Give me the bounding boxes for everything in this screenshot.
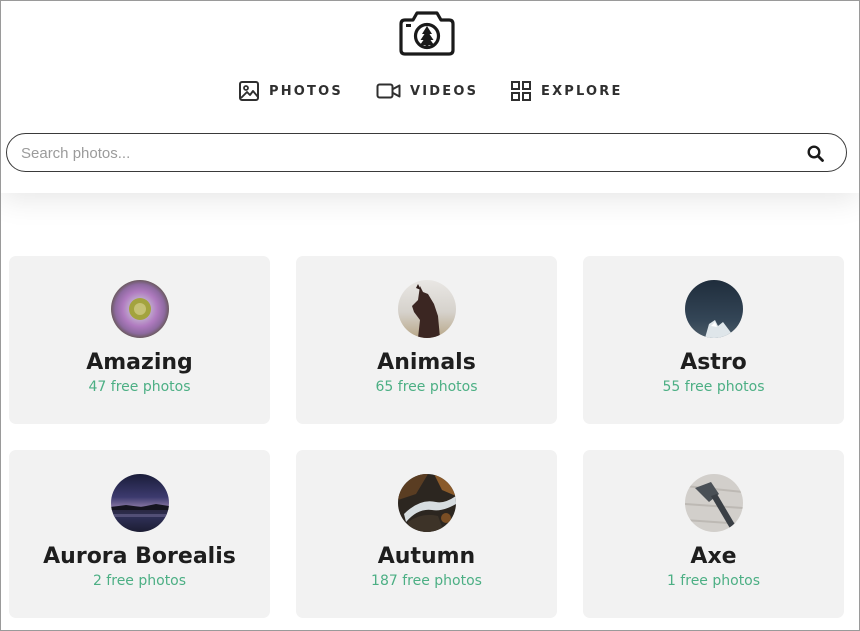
category-card-animals[interactable]: Animals 65 free photos xyxy=(296,256,557,424)
category-photo-count: 65 free photos xyxy=(375,379,478,395)
category-title: Animals xyxy=(377,350,476,375)
main-nav: PHOTOS VIDEOS EXPLORE xyxy=(1,79,859,103)
category-card-aurora-borealis[interactable]: Aurora Borealis 2 free photos xyxy=(9,450,270,618)
category-thumbnail xyxy=(111,474,169,532)
search-bar xyxy=(6,133,847,172)
category-thumbnail xyxy=(685,474,743,532)
page: PHOTOS VIDEOS EXPLORE Search photos... A… xyxy=(0,0,860,631)
nav-label: PHOTOS xyxy=(269,83,343,99)
site-header: PHOTOS VIDEOS EXPLORE xyxy=(1,1,859,193)
category-thumbnail xyxy=(685,280,743,338)
category-card-autumn[interactable]: Autumn 187 free photos xyxy=(296,450,557,618)
grid-icon xyxy=(511,81,531,101)
image-icon xyxy=(239,81,259,101)
category-card-astro[interactable]: Astro 55 free photos xyxy=(583,256,844,424)
category-title: Aurora Borealis xyxy=(43,544,236,569)
category-grid: Amazing 47 free photos Animals 65 free p… xyxy=(1,193,859,630)
search-icon[interactable] xyxy=(806,144,826,164)
category-card-axe[interactable]: Axe 1 free photos xyxy=(583,450,844,618)
category-thumbnail xyxy=(111,280,169,338)
category-photo-count: 47 free photos xyxy=(88,379,191,395)
category-photo-count: 2 free photos xyxy=(92,573,187,589)
category-title: Axe xyxy=(690,544,737,569)
nav-item-explore[interactable]: EXPLORE xyxy=(510,79,623,103)
category-title: Amazing xyxy=(86,350,193,375)
nav-label: EXPLORE xyxy=(541,83,623,99)
category-thumbnail xyxy=(398,474,456,532)
category-photo-count: 187 free photos xyxy=(371,573,482,589)
category-photo-count: 1 free photos xyxy=(666,573,761,589)
category-thumbnail xyxy=(398,280,456,338)
search-input[interactable] xyxy=(21,142,781,164)
category-title: Autumn xyxy=(377,544,476,569)
nav-item-videos[interactable]: VIDEOS xyxy=(376,79,478,103)
nav-item-photos[interactable]: PHOTOS xyxy=(238,79,343,103)
category-card-amazing[interactable]: Amazing 47 free photos xyxy=(9,256,270,424)
camera-logo-icon[interactable] xyxy=(397,10,457,58)
nav-label: VIDEOS xyxy=(410,83,479,99)
category-title: Astro xyxy=(680,350,747,375)
category-photo-count: 55 free photos xyxy=(662,379,765,395)
video-camera-icon xyxy=(376,83,401,99)
